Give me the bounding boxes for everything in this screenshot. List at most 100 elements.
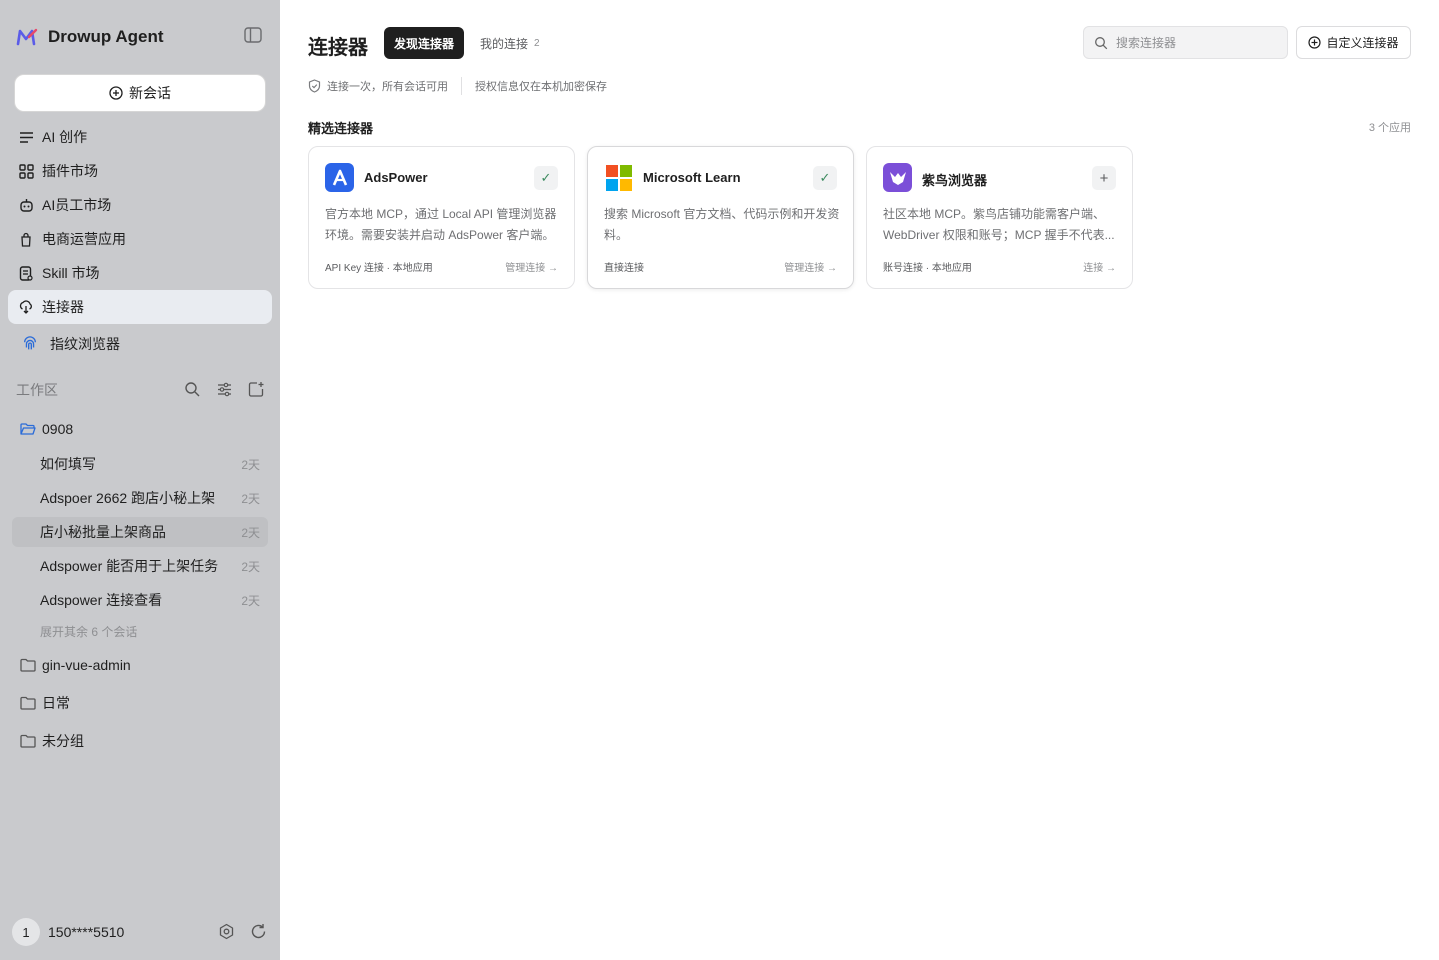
main-content: 连接器 发现连接器 我的连接 2 自定义连接器 连接一次，所有会话可用 授权信息… xyxy=(280,0,1439,960)
bag-icon xyxy=(18,231,34,247)
manage-connection-link[interactable]: 管理连接 → xyxy=(505,259,558,274)
new-chat-label: 新会话 xyxy=(129,85,171,101)
conversation-item[interactable]: Adspower 连接查看 2天 xyxy=(12,585,268,615)
folder-name: 日常 xyxy=(42,695,70,711)
conversation-age: 2天 xyxy=(241,559,260,574)
plus-circle-icon xyxy=(109,86,123,100)
conversation-title: Adspower 连接查看 xyxy=(40,592,163,608)
conversation-age: 2天 xyxy=(241,593,260,608)
tab-discover-connectors[interactable]: 发现连接器 xyxy=(384,27,465,59)
conversation-age: 2天 xyxy=(241,491,260,506)
connector-description: 搜索 Microsoft 官方文档、代码示例和开发资料。 xyxy=(604,207,840,242)
ziniao-bird-logo-icon xyxy=(883,163,912,192)
expand-more-conversations-link[interactable]: 展开其余 6 个会话 xyxy=(40,623,137,640)
connector-name: AdsPower xyxy=(364,170,428,185)
conversation-item-active[interactable]: 店小秘批量上架商品 2天 xyxy=(12,517,268,547)
connector-card-adspower[interactable]: AdsPower ✓ 官方本地 MCP，通过 Local API 管理浏览器环境… xyxy=(308,146,575,289)
microsoft-logo-icon xyxy=(604,163,633,192)
conversation-title: Adspower 能否用于上架任务 xyxy=(40,558,219,574)
connector-meta: API Key 连接 · 本地应用 xyxy=(325,263,433,274)
folder-gin-vue-admin[interactable]: gin-vue-admin xyxy=(20,654,131,676)
nav-label: Skill 市场 xyxy=(42,265,100,281)
plus-circle-icon xyxy=(1308,36,1322,49)
custom-connector-button[interactable]: 自定义连接器 xyxy=(1296,26,1411,59)
nav-label: 指纹浏览器 xyxy=(50,336,120,352)
lines-icon xyxy=(18,129,34,145)
tab-count: 2 xyxy=(534,37,540,49)
conversation-item[interactable]: 如何填写 2天 xyxy=(12,449,268,479)
conversation-title: 如何填写 xyxy=(40,456,96,472)
folder-open-icon xyxy=(20,422,36,436)
connector-card-ziniao-browser[interactable]: 紫鸟浏览器 + 社区本地 MCP。紫鸟店铺功能需客户端、WebDriver 权限… xyxy=(866,146,1133,289)
folder-icon xyxy=(20,734,36,748)
notice-bar: 连接一次，所有会话可用 授权信息仅在本机加密保存 xyxy=(308,76,607,96)
search-box[interactable] xyxy=(1083,26,1288,59)
grid-icon xyxy=(18,163,34,179)
user-name[interactable]: 150****5510 xyxy=(48,924,124,940)
nav-item-connectors[interactable]: 连接器 xyxy=(8,290,272,324)
conversation-age: 2天 xyxy=(241,457,260,472)
notice-text-1: 连接一次，所有会话可用 xyxy=(327,81,448,93)
search-icon xyxy=(1094,36,1108,50)
section-count: 3 个应用 xyxy=(1368,122,1411,134)
manage-connection-link[interactable]: 管理连接 → xyxy=(784,259,837,274)
new-chat-button[interactable]: 新会话 xyxy=(14,74,266,112)
refresh-icon[interactable] xyxy=(250,923,268,941)
nav-label: 电商运营应用 xyxy=(42,231,126,247)
nav-item-ai-employee-market[interactable]: AI员工市场 xyxy=(8,188,272,222)
conversation-title: Adspoer 2662 跑店小秘上架 xyxy=(40,490,216,506)
sidebar: Drowup Agent 新会话 AI 创作 插件市场 AI员工市场 电商运营应… xyxy=(0,0,280,960)
folder-ungrouped[interactable]: 未分组 xyxy=(20,730,84,752)
folder-name: 未分组 xyxy=(42,733,84,749)
fingerprint-icon xyxy=(22,336,38,352)
shield-check-icon xyxy=(308,79,321,93)
connector-description: 社区本地 MCP。紫鸟店铺功能需客户端、WebDriver 权限和账号；MCP … xyxy=(883,207,1115,242)
new-folder-icon[interactable] xyxy=(248,381,266,399)
nav-item-fingerprint-browser[interactable]: 指纹浏览器 xyxy=(8,327,272,361)
search-icon[interactable] xyxy=(184,381,202,399)
notice-divider xyxy=(461,77,462,95)
conversation-age: 2天 xyxy=(241,525,260,540)
doc-icon xyxy=(18,265,34,281)
nav-item-ecommerce-apps[interactable]: 电商运营应用 xyxy=(8,222,272,256)
notice-text-2: 授权信息仅在本机加密保存 xyxy=(475,81,607,93)
user-bar: 1 150****5510 xyxy=(12,918,268,946)
brand[interactable]: Drowup Agent xyxy=(16,24,164,50)
folder-name: gin-vue-admin xyxy=(42,657,131,673)
nav-item-skill-market[interactable]: Skill 市场 xyxy=(8,256,272,290)
avatar[interactable]: 1 xyxy=(12,918,40,946)
check-icon[interactable]: ✓ xyxy=(813,166,837,190)
nav-label: 插件市场 xyxy=(42,163,98,179)
folder-daily[interactable]: 日常 xyxy=(20,692,70,714)
search-input[interactable] xyxy=(1116,35,1276,50)
sidebar-toggle-icon[interactable] xyxy=(244,27,264,45)
conversation-item[interactable]: Adspower 能否用于上架任务 2天 xyxy=(12,551,268,581)
connector-card-microsoft-learn[interactable]: Microsoft Learn ✓ 搜索 Microsoft 官方文档、代码示例… xyxy=(587,146,854,289)
drowup-logo-icon xyxy=(16,28,38,46)
filter-icon[interactable] xyxy=(216,381,234,399)
settings-gear-icon[interactable] xyxy=(218,923,236,941)
connector-description: 官方本地 MCP，通过 Local API 管理浏览器环境。需要安装并启动 Ad… xyxy=(325,207,557,242)
folder-icon xyxy=(20,696,36,710)
nav-label: AI员工市场 xyxy=(42,197,112,213)
add-icon[interactable]: + xyxy=(1092,166,1116,190)
custom-connector-label: 自定义连接器 xyxy=(1326,36,1399,50)
connect-link[interactable]: 连接 → xyxy=(1083,259,1116,274)
conversation-item[interactable]: Adspoer 2662 跑店小秘上架 2天 xyxy=(12,483,268,513)
workspace-title: 工作区 xyxy=(16,382,58,398)
connector-meta: 账号连接 · 本地应用 xyxy=(883,263,972,274)
nav-label: 连接器 xyxy=(42,299,84,315)
nav-item-plugin-market[interactable]: 插件市场 xyxy=(8,154,272,188)
adspower-logo-icon xyxy=(325,163,354,192)
workspace-header: 工作区 xyxy=(16,380,266,400)
section-title: 精选连接器 xyxy=(308,121,374,136)
app-name: Drowup Agent xyxy=(48,27,164,46)
tab-my-connections[interactable]: 我的连接 2 xyxy=(480,27,540,59)
connector-meta: 直接连接 xyxy=(604,263,644,274)
tab-label: 我的连接 xyxy=(480,36,529,51)
robot-icon xyxy=(18,197,34,213)
folder-0908[interactable]: 0908 xyxy=(20,418,73,440)
nav-item-ai-create[interactable]: AI 创作 xyxy=(8,120,272,154)
folder-icon xyxy=(20,658,36,672)
check-icon[interactable]: ✓ xyxy=(534,166,558,190)
